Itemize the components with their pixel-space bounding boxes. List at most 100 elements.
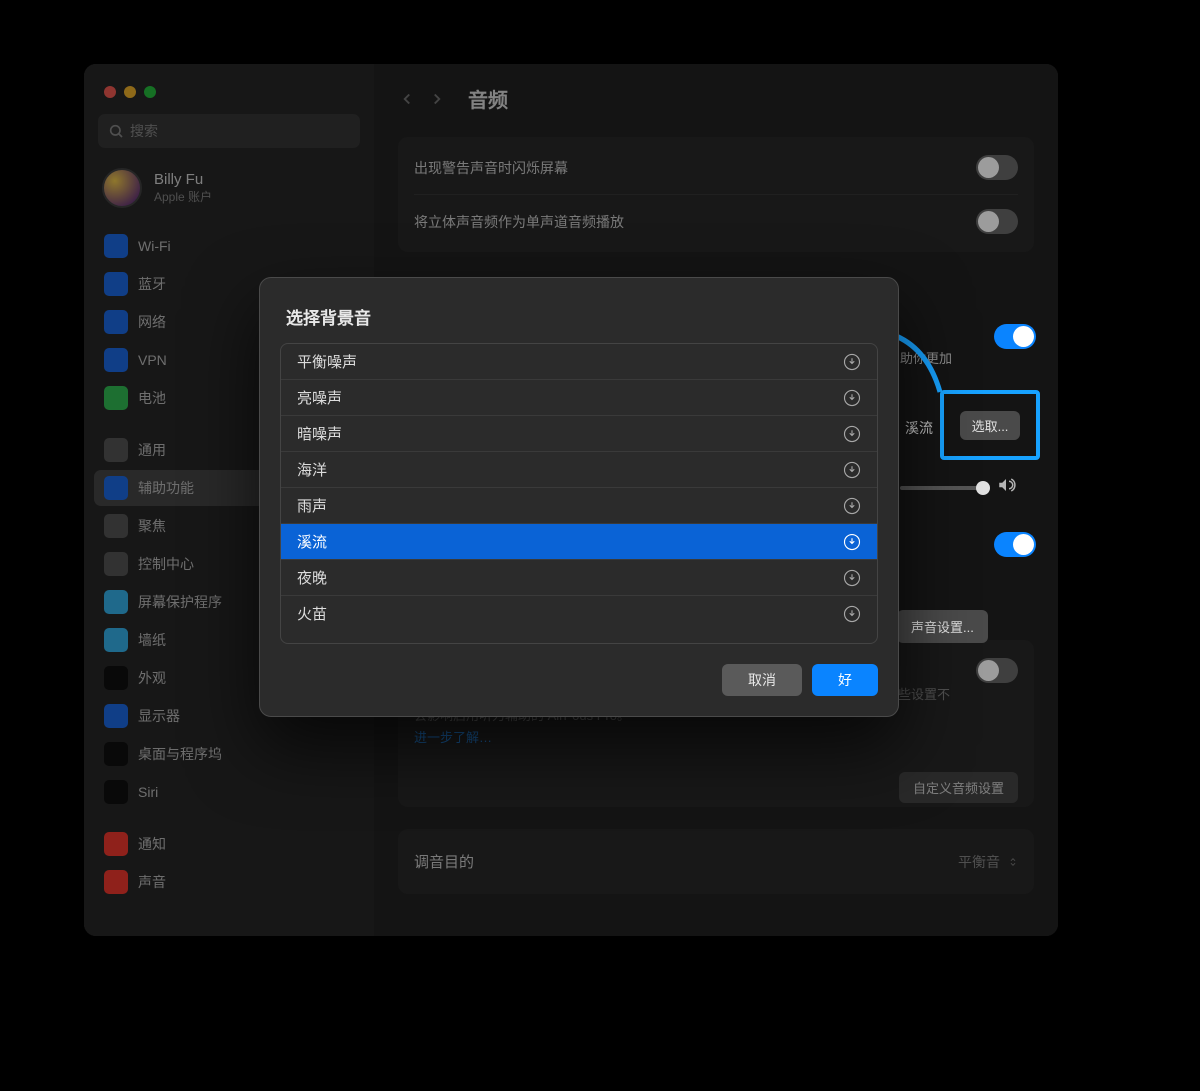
- download-icon: [843, 353, 861, 371]
- sidebar-item-label: 辅助功能: [138, 478, 194, 498]
- search-icon: [108, 123, 124, 139]
- account-sub: Apple 账户: [154, 188, 212, 205]
- sidebar-item-icon: [104, 704, 128, 728]
- bg-sound-option[interactable]: 夜晚: [281, 560, 877, 596]
- sidebar-item-label: 墙纸: [138, 630, 166, 650]
- download-icon: [843, 461, 861, 479]
- panel-alerts: 出现警告声音时闪烁屏幕 将立体声音频作为单声道音频播放: [398, 137, 1034, 252]
- toggle-play-when-media[interactable]: [994, 532, 1036, 557]
- sidebar-item[interactable]: 桌面与程序坞: [94, 736, 364, 772]
- account-name: Billy Fu: [154, 171, 212, 188]
- toggle-mono-audio[interactable]: [976, 209, 1018, 234]
- sidebar-item-icon: [104, 742, 128, 766]
- sidebar-item-label: 电池: [138, 388, 166, 408]
- sidebar-item[interactable]: 通知: [94, 826, 364, 862]
- volume-icon: [996, 476, 1016, 499]
- sidebar-item-label: VPN: [138, 352, 167, 368]
- headphones-link[interactable]: 进一步了解…: [414, 727, 956, 746]
- tuning-row[interactable]: 调音目的 平衡音: [414, 833, 1018, 890]
- modal-footer: 取消 好: [280, 644, 878, 696]
- ok-button[interactable]: 好: [812, 664, 878, 696]
- helper-text: 助你更加: [900, 348, 952, 367]
- bg-sound-modal: 选择背景音 平衡噪声亮噪声暗噪声海洋雨声溪流夜晚火苗 取消 好: [259, 277, 899, 717]
- sidebar-item-label: Siri: [138, 784, 158, 800]
- label-mono-audio: 将立体声音频作为单声道音频播放: [414, 212, 624, 232]
- sidebar-item[interactable]: Wi-Fi: [94, 228, 364, 264]
- bg-sound-option[interactable]: 海洋: [281, 452, 877, 488]
- sidebar-item-label: 聚焦: [138, 516, 166, 536]
- label-flash-screen: 出现警告声音时闪烁屏幕: [414, 158, 568, 178]
- bg-sound-option-label: 溪流: [297, 531, 327, 552]
- tuning-value: 平衡音: [958, 852, 1000, 872]
- download-icon: [843, 389, 861, 407]
- sidebar-item-icon: [104, 552, 128, 576]
- toggle-background-sounds[interactable]: [994, 324, 1036, 349]
- sound-settings-button[interactable]: 声音设置...: [897, 610, 988, 643]
- bg-sound-option[interactable]: 雨声: [281, 488, 877, 524]
- custom-audio-button[interactable]: 自定义音频设置: [899, 772, 1018, 803]
- bg-sound-label: 溪流: [905, 418, 933, 438]
- choose-button[interactable]: 选取...: [960, 411, 1021, 440]
- choose-highlight-box: 选取...: [940, 390, 1040, 460]
- download-icon: [843, 497, 861, 515]
- cancel-button[interactable]: 取消: [722, 664, 802, 696]
- sidebar-item-icon: [104, 780, 128, 804]
- sidebar-item-label: 通知: [138, 834, 166, 854]
- download-icon: [843, 605, 861, 623]
- bg-sound-option-label: 雨声: [297, 495, 327, 516]
- page-title: 音频: [468, 84, 508, 113]
- bg-sound-option[interactable]: 亮噪声: [281, 380, 877, 416]
- sidebar-item-label: 声音: [138, 872, 166, 892]
- minimize-window-button[interactable]: [124, 86, 136, 98]
- sidebar-item-icon: [104, 386, 128, 410]
- bg-sound-option-label: 火苗: [297, 603, 327, 624]
- sidebar-item-icon: [104, 476, 128, 500]
- chevron-up-down-icon: [1008, 857, 1018, 867]
- sidebar-item-icon: [104, 590, 128, 614]
- sidebar-item-icon: [104, 832, 128, 856]
- bg-sound-option[interactable]: 火苗: [281, 596, 877, 631]
- bg-volume-slider[interactable]: [900, 486, 990, 490]
- toggle-flash-screen[interactable]: [976, 155, 1018, 180]
- sidebar-item-label: 控制中心: [138, 554, 194, 574]
- panel-tuning: 调音目的 平衡音: [398, 829, 1034, 894]
- sidebar-item-label: 屏幕保护程序: [138, 592, 222, 612]
- sidebar-item-icon: [104, 234, 128, 258]
- modal-title: 选择背景音: [280, 298, 878, 343]
- nav-back-button[interactable]: [398, 90, 416, 108]
- avatar: [102, 168, 142, 208]
- tuning-label: 调音目的: [414, 851, 474, 872]
- bg-sound-option[interactable]: 溪流: [281, 524, 877, 560]
- download-icon: [843, 533, 861, 551]
- sidebar-item-label: 桌面与程序坞: [138, 744, 222, 764]
- sidebar-item-icon: [104, 310, 128, 334]
- row-flash-screen: 出现警告声音时闪烁屏幕: [414, 141, 1018, 195]
- sidebar-item-icon: [104, 666, 128, 690]
- sidebar-item-label: 显示器: [138, 706, 180, 726]
- search-input[interactable]: 搜索: [98, 114, 360, 148]
- account-row[interactable]: Billy Fu Apple 账户: [84, 162, 374, 224]
- bg-sound-option[interactable]: 暗噪声: [281, 416, 877, 452]
- maximize-window-button[interactable]: [144, 86, 156, 98]
- bg-sound-option[interactable]: 平衡噪声: [281, 344, 877, 380]
- sidebar-item-label: 蓝牙: [138, 274, 166, 294]
- sidebar-item-label: 网络: [138, 312, 166, 332]
- toggle-headphone-accommodations[interactable]: [976, 658, 1018, 683]
- sidebar-item[interactable]: Siri: [94, 774, 364, 810]
- search-placeholder: 搜索: [130, 121, 158, 141]
- sidebar-item-icon: [104, 628, 128, 652]
- close-window-button[interactable]: [104, 86, 116, 98]
- sidebar-item-label: Wi-Fi: [138, 238, 171, 254]
- content-header: 音频: [398, 84, 1034, 113]
- sidebar-item-icon: [104, 438, 128, 462]
- bg-sound-option-label: 夜晚: [297, 567, 327, 588]
- bg-sound-option-label: 平衡噪声: [297, 351, 357, 372]
- nav-forward-button[interactable]: [428, 90, 446, 108]
- bg-sound-option-label: 海洋: [297, 459, 327, 480]
- download-icon: [843, 569, 861, 587]
- sidebar-item[interactable]: 声音: [94, 864, 364, 900]
- row-mono-audio: 将立体声音频作为单声道音频播放: [414, 195, 1018, 248]
- sidebar-item-icon: [104, 514, 128, 538]
- window-controls: [84, 80, 374, 114]
- sidebar-item-icon: [104, 348, 128, 372]
